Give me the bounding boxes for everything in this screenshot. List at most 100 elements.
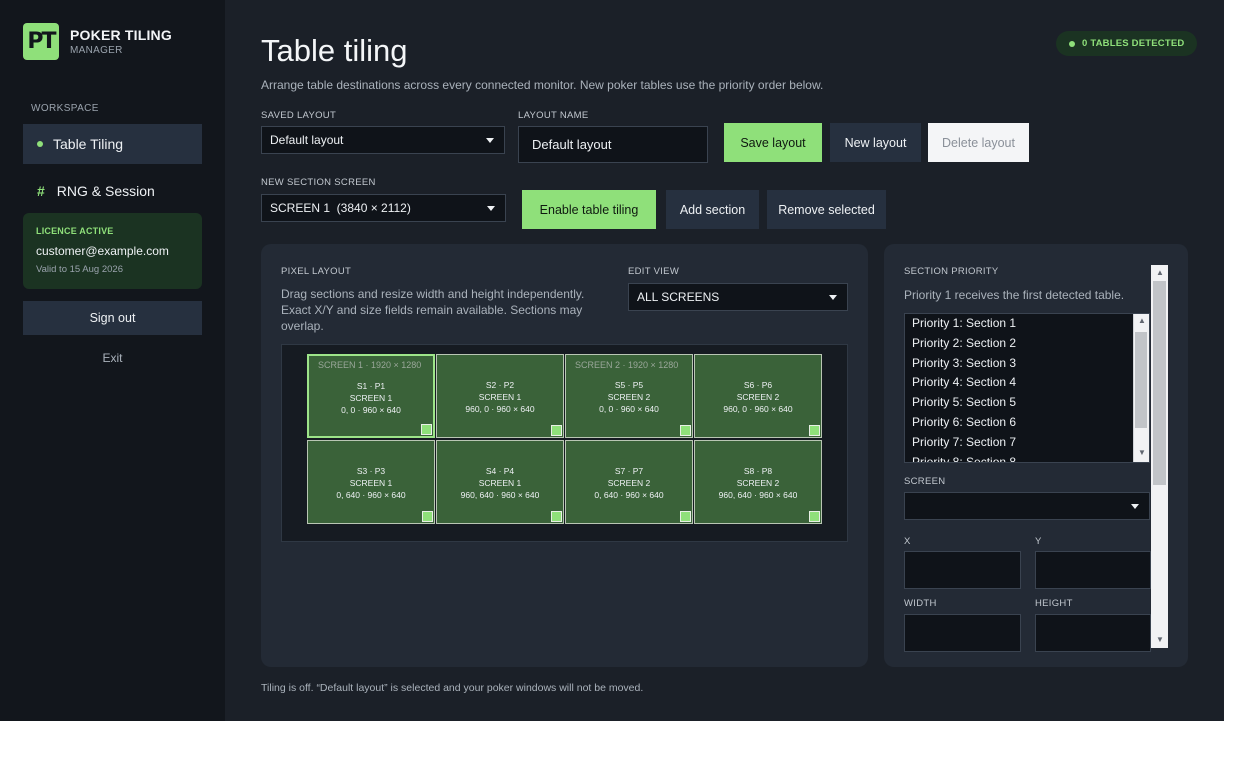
x-input[interactable] <box>904 551 1021 589</box>
scroll-down-icon[interactable]: ▼ <box>1134 448 1149 457</box>
height-input[interactable] <box>1035 614 1151 652</box>
tile-title: S3 · P3 <box>356 466 386 476</box>
chevron-down-icon <box>486 138 494 143</box>
delete-layout-button[interactable]: Delete layout <box>928 123 1029 162</box>
section-tile[interactable]: S3 · P3 SCREEN 1 0, 640 · 960 × 640 <box>307 440 435 524</box>
saved-layout-label: SAVED LAYOUT <box>261 110 337 121</box>
layout-name-input[interactable]: Default layout <box>518 126 708 163</box>
main-content: Table tiling Arrange table destinations … <box>225 0 1224 721</box>
edit-view-value: ALL SCREENS <box>637 290 720 304</box>
chevron-down-icon <box>1131 504 1139 509</box>
priority-list[interactable]: Priority 1: Section 1 Priority 2: Sectio… <box>904 313 1150 463</box>
tile-title: S8 · P8 <box>743 466 773 476</box>
resize-handle[interactable] <box>422 511 433 522</box>
section-priority-panel: SECTION PRIORITY Priority 1 receives the… <box>884 244 1188 667</box>
tile-screen: SCREEN 2 <box>607 478 651 488</box>
resize-handle[interactable] <box>680 511 691 522</box>
resize-handle[interactable] <box>680 425 691 436</box>
height-label: HEIGHT <box>1035 598 1073 609</box>
tile-screen: SCREEN 1 <box>349 393 393 403</box>
workspace-label: WORKSPACE <box>31 103 99 114</box>
licence-email: customer@example.com <box>36 244 169 258</box>
section-tile[interactable]: S8 · P8 SCREEN 2 960, 640 · 960 × 640 <box>694 440 822 524</box>
screen-select[interactable] <box>904 492 1150 520</box>
section-tile[interactable]: S6 · P6 SCREEN 2 960, 0 · 960 × 640 <box>694 354 822 438</box>
sidebar-item-label: RNG & Session <box>56 183 155 199</box>
pixel-layout-title: PIXEL LAYOUT <box>281 266 352 277</box>
section-priority-title: SECTION PRIORITY <box>904 266 999 277</box>
tile-geometry: 0, 0 · 960 × 640 <box>599 404 659 414</box>
scroll-up-icon[interactable]: ▲ <box>1152 268 1168 277</box>
licence-status: LICENCE ACTIVE <box>36 226 114 236</box>
tile-screen: SCREEN 1 <box>349 478 393 488</box>
sidebar-item-table-tiling[interactable]: Table Tiling <box>23 124 202 164</box>
tile-geometry: 960, 640 · 960 × 640 <box>460 490 540 500</box>
tile-title: S4 · P4 <box>485 466 515 476</box>
chevron-down-icon <box>829 295 837 300</box>
sidebar-item-rng-session[interactable]: # RNG & Session <box>23 171 202 211</box>
new-layout-button[interactable]: New layout <box>830 123 921 162</box>
y-input[interactable] <box>1035 551 1151 589</box>
x-label: X <box>904 536 911 547</box>
tile-title: S2 · P2 <box>485 380 515 390</box>
pixel-layout-panel: PIXEL LAYOUT Drag sections and resize wi… <box>261 244 868 667</box>
sign-out-button[interactable]: Sign out <box>23 301 202 335</box>
tile-title: S1 · P1 <box>356 381 386 391</box>
save-layout-button[interactable]: Save layout <box>724 123 822 162</box>
tables-detected-badge: 0 TABLES DETECTED <box>1056 31 1198 56</box>
section-tile[interactable]: S7 · P7 SCREEN 2 0, 640 · 960 × 640 <box>565 440 693 524</box>
new-section-screen-select[interactable]: SCREEN 1 (3840 × 2112) <box>261 194 506 222</box>
edit-view-label: EDIT VIEW <box>628 266 680 277</box>
resize-handle[interactable] <box>809 511 820 522</box>
tile-geometry: 960, 0 · 960 × 640 <box>723 404 793 414</box>
tile-screen: SCREEN 2 <box>736 478 780 488</box>
sidebar-item-label: Table Tiling <box>53 136 124 152</box>
tile-screen: SCREEN 2 <box>736 392 780 402</box>
list-item[interactable]: Priority 7: Section 7 <box>905 433 1149 453</box>
status-dot-icon <box>1069 40 1075 47</box>
scroll-thumb[interactable] <box>1153 281 1166 485</box>
resize-handle[interactable] <box>809 425 820 436</box>
pixel-layout-description: Drag sections and resize width and heigh… <box>281 287 585 333</box>
resize-handle[interactable] <box>551 425 562 436</box>
saved-layout-select[interactable]: Default layout <box>261 126 505 154</box>
hash-icon: # <box>37 183 45 199</box>
y-label: Y <box>1035 536 1042 547</box>
resize-handle[interactable] <box>421 424 432 435</box>
section-tile[interactable]: S2 · P2 SCREEN 1 960, 0 · 960 × 640 <box>436 354 564 438</box>
app-window: PT POKER TILING MANAGER WORKSPACE Table … <box>0 0 1224 721</box>
list-item[interactable]: Priority 4: Section 4 <box>905 373 1149 393</box>
add-section-button[interactable]: Add section <box>666 190 759 229</box>
width-input[interactable] <box>904 614 1021 652</box>
list-item[interactable]: Priority 5: Section 5 <box>905 393 1149 413</box>
tile-geometry: 0, 640 · 960 × 640 <box>594 490 664 500</box>
licence-card: LICENCE ACTIVE customer@example.com Vali… <box>23 213 202 289</box>
badge-label: 0 TABLES DETECTED <box>1082 38 1185 49</box>
saved-layout-value: Default layout <box>270 133 344 147</box>
list-item[interactable]: Priority 6: Section 6 <box>905 413 1149 433</box>
tile-screen: SCREEN 2 <box>607 392 651 402</box>
scroll-thumb[interactable] <box>1135 332 1147 428</box>
section-tile[interactable]: S4 · P4 SCREEN 1 960, 640 · 960 × 640 <box>436 440 564 524</box>
screen-2-tag: SCREEN 2 · 1920 × 1280 <box>575 360 679 370</box>
enable-table-tiling-button[interactable]: Enable table tiling <box>522 190 656 229</box>
edit-view-select[interactable]: ALL SCREENS <box>628 283 848 311</box>
scroll-up-icon[interactable]: ▲ <box>1134 316 1149 325</box>
page-title: Table tiling <box>261 33 408 68</box>
section-priority-description: Priority 1 receives the first detected t… <box>904 288 1125 302</box>
layout-canvas[interactable]: SCREEN 1 · 1920 × 1280 SCREEN 2 · 1920 ×… <box>281 344 848 542</box>
exit-link[interactable]: Exit <box>23 351 202 365</box>
scroll-down-icon[interactable]: ▼ <box>1152 635 1168 644</box>
panel-scrollbar[interactable]: ▲ ▼ <box>1151 265 1168 648</box>
list-item[interactable]: Priority 8: Section 8 <box>905 453 1149 462</box>
active-dot-icon <box>37 141 43 147</box>
app-title: POKER TILING <box>70 27 172 43</box>
tile-geometry: 960, 0 · 960 × 640 <box>465 404 535 414</box>
list-item[interactable]: Priority 1: Section 1 <box>905 314 1149 334</box>
tile-title: S6 · P6 <box>743 380 773 390</box>
remove-selected-button[interactable]: Remove selected <box>767 190 886 229</box>
list-item[interactable]: Priority 2: Section 2 <box>905 334 1149 354</box>
list-item[interactable]: Priority 3: Section 3 <box>905 354 1149 374</box>
priority-list-scrollbar[interactable]: ▲ ▼ <box>1133 314 1149 462</box>
resize-handle[interactable] <box>551 511 562 522</box>
